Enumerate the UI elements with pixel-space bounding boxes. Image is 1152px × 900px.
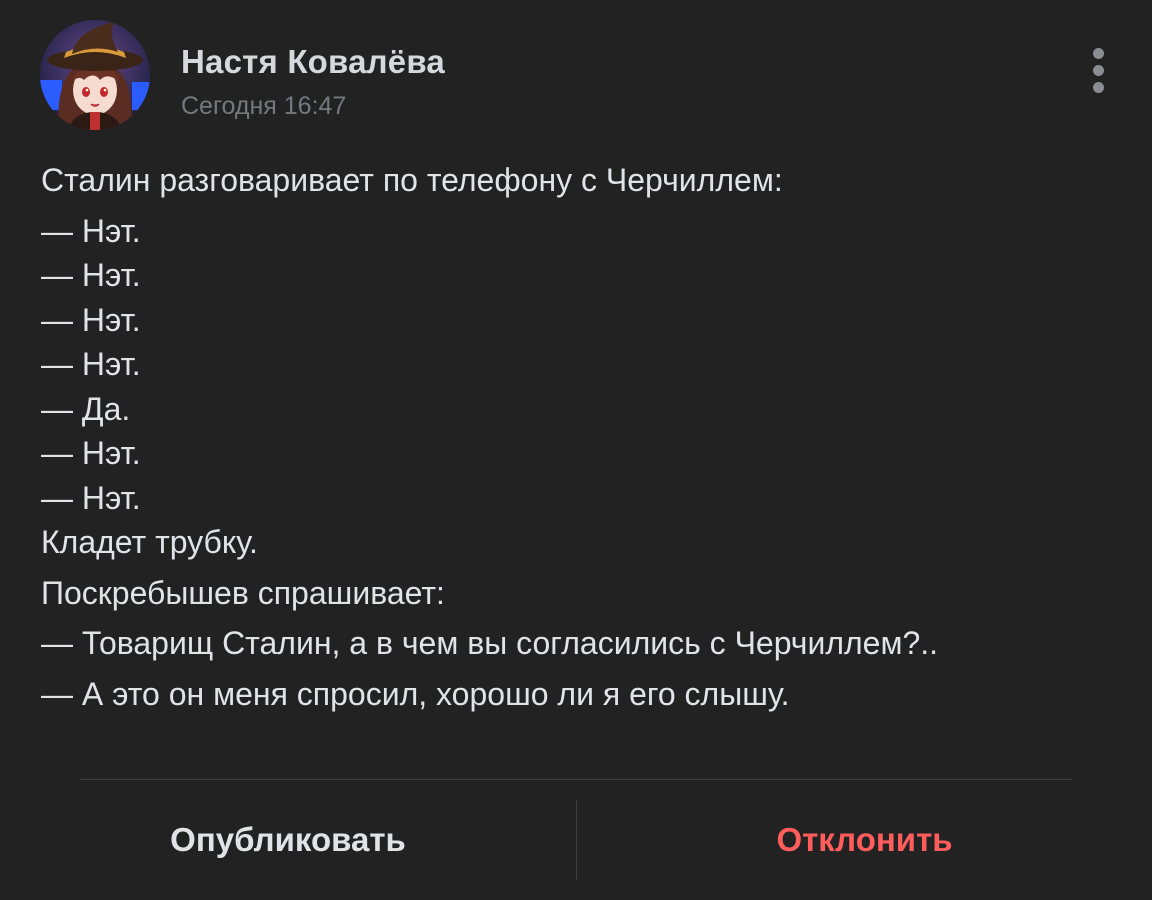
post-text-line: — Нэт. [41, 257, 141, 293]
post-text-line: Кладет трубку. [41, 524, 258, 560]
post-text-line: Поскребышев спрашивает: [41, 574, 445, 611]
decline-button[interactable]: Отклонить [577, 800, 1152, 880]
post-text-line: — Товарищ Сталин, а в чем вы согласились… [41, 625, 939, 661]
more-vertical-icon-dot [1092, 64, 1104, 76]
more-vertical-icon [1092, 47, 1104, 59]
post-text-line: — Нэт. [41, 346, 141, 382]
post-text-line: — Нэт. [41, 212, 141, 249]
author-name[interactable]: Настя Ковалёва [181, 43, 445, 81]
post-text-line: — Нэт. [41, 479, 141, 516]
suggested-post: Настя Ковалёва Сегодня 16:47 Сталин разг… [0, 0, 1152, 900]
post-text-line: — Нэт. [41, 301, 141, 338]
more-options-button[interactable] [1080, 44, 1116, 96]
actions-divider [80, 779, 1073, 780]
post-text-line: — Да. [41, 390, 131, 427]
post-text-line: Сталин разговаривает по телефону с Черчи… [41, 162, 783, 198]
post-text-line: — А это он меня спросил, хорошо ли я его… [41, 675, 790, 712]
more-vertical-icon-dot [1092, 81, 1104, 93]
publish-button[interactable]: Опубликовать [0, 800, 576, 880]
avatar[interactable] [40, 20, 150, 130]
post-timestamp: Сегодня 16:47 [181, 92, 347, 120]
post-text: Сталин разговаривает по телефону с Черчи… [41, 158, 1111, 716]
post-text-line: — Нэт. [41, 435, 141, 471]
avatar-image [40, 20, 150, 130]
